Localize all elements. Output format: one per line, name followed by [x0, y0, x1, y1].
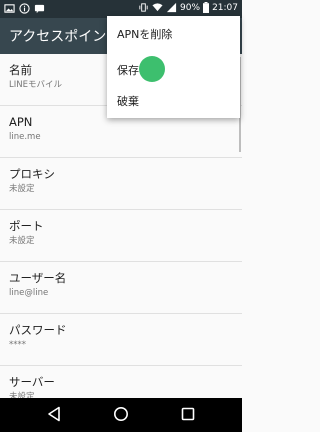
overflow-menu: APNを削除 保存 破棄 [107, 16, 240, 118]
wifi-icon [152, 3, 163, 12]
info-icon [19, 3, 30, 14]
password-setting[interactable]: パスワード **** [0, 314, 242, 366]
setting-value: **** [9, 340, 26, 350]
setting-value: 未設定 [9, 236, 35, 246]
setting-value: line.me [9, 132, 41, 142]
setting-title: パスワード [9, 323, 67, 337]
setting-title: ユーザー名 [9, 271, 67, 285]
navigation-bar [0, 398, 242, 432]
setting-title: ポート [9, 219, 44, 233]
image-icon [4, 4, 15, 13]
notification-icons [4, 3, 45, 14]
save-menu-item[interactable]: 保存 [117, 62, 139, 78]
setting-value: 未設定 [9, 184, 35, 194]
page-title: アクセスポイン [9, 29, 107, 45]
vibrate-icon [139, 3, 148, 12]
setting-value: line@line [9, 288, 49, 298]
setting-title: プロキシ [9, 167, 55, 181]
signal-icon [166, 2, 177, 13]
touch-indicator [139, 56, 165, 82]
username-setting[interactable]: ユーザー名 line@line [0, 262, 242, 314]
home-icon[interactable] [113, 406, 129, 422]
proxy-setting[interactable]: プロキシ 未設定 [0, 158, 242, 210]
battery-percent: 90% [180, 2, 201, 13]
battery-icon [203, 2, 210, 13]
port-setting[interactable]: ポート 未設定 [0, 210, 242, 262]
message-icon [34, 4, 45, 14]
setting-title: サーバー [9, 375, 55, 389]
clock: 21:07 [212, 2, 238, 13]
delete-apn-menu-item[interactable]: APNを削除 [117, 26, 172, 42]
back-icon[interactable] [47, 406, 61, 422]
recents-icon[interactable] [181, 406, 195, 422]
discard-menu-item[interactable]: 破棄 [117, 93, 139, 109]
status-icons: 90% 21:07 [138, 2, 238, 13]
